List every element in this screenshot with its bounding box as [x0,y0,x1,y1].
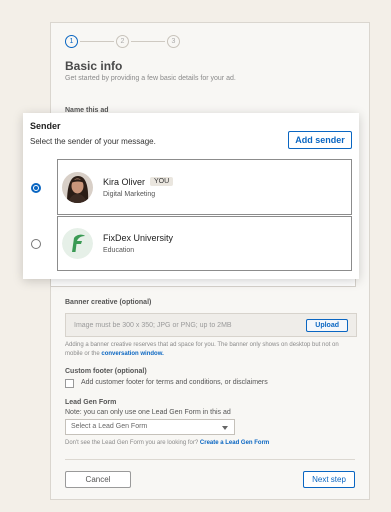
fixdex-logo-icon [62,228,93,259]
step-1[interactable]: 1 [65,35,78,48]
sender-dialog: Sender Select the sender of your message… [23,113,359,279]
create-lead-gen-link[interactable]: Create a Lead Gen Form [200,440,269,446]
sender-name: Kira Oliver [103,176,146,187]
sender-radio-kira[interactable] [31,183,41,193]
page-subtitle: Get started by providing a few basic det… [65,75,236,82]
upload-button[interactable]: Upload [306,318,348,332]
lead-gen-help: Don't see the Lead Gen Form you are look… [65,440,269,446]
next-step-button[interactable]: Next step [303,471,355,488]
cancel-button[interactable]: Cancel [65,471,131,488]
banner-placeholder: Image must be 300 x 350; JPG or PNG; up … [74,321,232,329]
banner-dropzone[interactable]: Image must be 300 x 350; JPG or PNG; up … [65,313,357,337]
banner-label: Banner creative (optional) [65,299,152,306]
sender-option-kira[interactable]: Kira Oliver YOU Digital Marketing [57,159,352,215]
page-title: Basic info [65,59,123,73]
step-2[interactable]: 2 [116,35,129,48]
sender-role: Digital Marketing [103,190,156,198]
step-3[interactable]: 3 [167,35,180,48]
lead-gen-note: Note: you can only use one Lead Gen Form… [65,409,231,416]
sender-role: Education [103,247,135,254]
sender-option-fixdex[interactable]: FixDex University Education [57,216,352,271]
avatar [62,171,93,203]
conversation-window-link[interactable]: conversation window. [101,351,163,357]
footer-divider [65,459,355,460]
step-connector [80,41,114,42]
sender-subtitle: Select the sender of your message. [30,137,156,146]
sender-title: Sender [30,121,61,131]
chevron-down-icon [222,426,228,430]
lead-gen-label: Lead Gen Form [65,399,117,406]
custom-footer-checkbox-label: Add customer footer for terms and condit… [81,379,268,386]
lead-gen-help-text: Don't see the Lead Gen Form you are look… [65,440,199,446]
lead-gen-select-value: Select a Lead Gen Form [71,423,148,430]
custom-footer-label: Custom footer (optional) [65,368,147,375]
step-connector [131,41,165,42]
sender-name: FixDex University [103,233,174,243]
banner-note: Adding a banner creative reserves that a… [65,341,357,359]
custom-footer-checkbox[interactable] [65,379,74,388]
add-sender-button[interactable]: Add sender [288,131,352,149]
lead-gen-select[interactable]: Select a Lead Gen Form [65,419,235,435]
sender-radio-fixdex[interactable] [31,239,41,249]
you-badge: YOU [150,177,174,186]
stepper: 1 2 3 [65,35,180,48]
